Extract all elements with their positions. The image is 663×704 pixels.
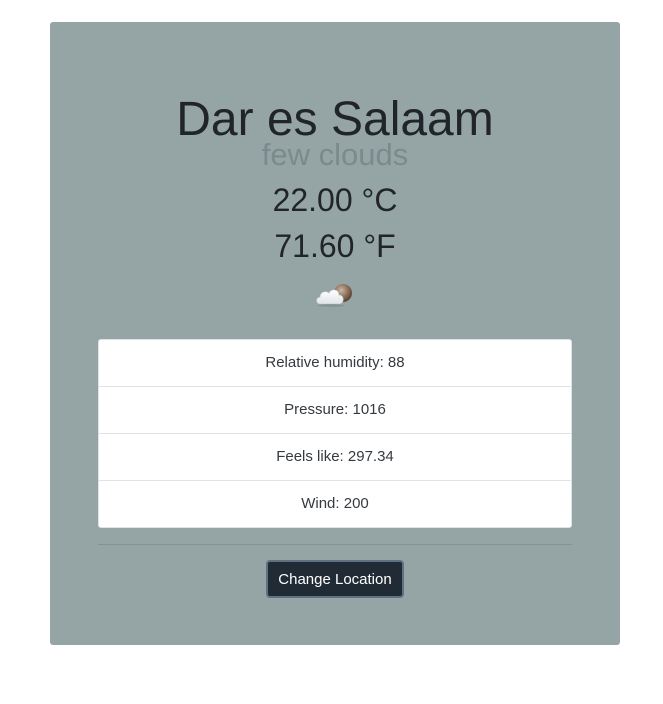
pressure-item: Pressure: 1016 (99, 386, 571, 433)
temperature-fahrenheit: 71.60 °F (274, 228, 396, 264)
weather-details-list: Relative humidity: 88 Pressure: 1016 Fee… (98, 339, 572, 528)
weather-description: few clouds (261, 137, 409, 172)
few-clouds-night-icon (313, 280, 357, 310)
wind-item: Wind: 200 (99, 480, 571, 527)
weather-card: Dar es Salaam few clouds 22.00 °C 71.60 … (50, 22, 620, 645)
temperature-celsius: 22.00 °C (272, 182, 398, 218)
feels-like-item: Feels like: 297.34 (99, 433, 571, 480)
humidity-item: Relative humidity: 88 (265, 354, 405, 371)
change-location-button[interactable]: Change Location (266, 560, 404, 598)
divider (98, 544, 572, 545)
